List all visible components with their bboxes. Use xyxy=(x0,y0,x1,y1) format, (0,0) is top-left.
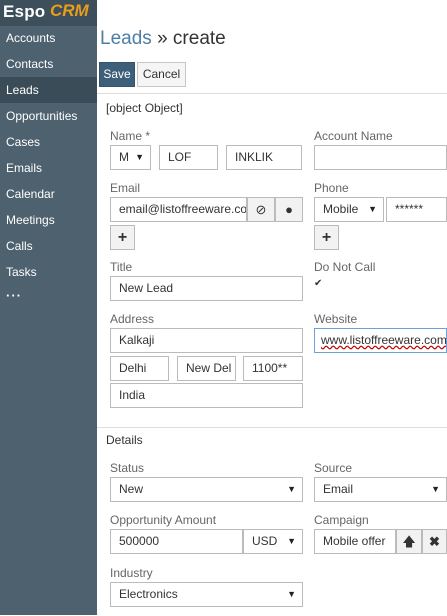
status-label: Status xyxy=(110,461,145,475)
sidebar-item-tasks[interactable]: Tasks xyxy=(0,259,97,285)
street-input[interactable]: Kalkaji xyxy=(110,328,303,353)
cancel-button[interactable]: Cancel xyxy=(137,62,186,87)
industry-label: Industry xyxy=(110,566,153,580)
sidebar-item-accounts[interactable]: Accounts xyxy=(0,25,97,51)
main-content: Leads » create Save Cancel [object Objec… xyxy=(97,0,447,616)
breadcrumb-separator: » xyxy=(157,28,168,49)
page-header: Leads » create Save Cancel xyxy=(97,0,447,98)
opportunity-amount-label: Opportunity Amount xyxy=(110,513,217,527)
status-value: New xyxy=(119,482,144,496)
title-input[interactable]: New Lead xyxy=(110,276,303,301)
more-menu-icon[interactable]: ··· xyxy=(6,288,22,303)
overview-title: [object Object] xyxy=(106,101,183,115)
account-name-input[interactable] xyxy=(314,145,447,170)
page-title: Leads » create xyxy=(100,28,226,50)
industry-value: Electronics xyxy=(119,587,178,601)
opportunity-amount-input[interactable]: 500000 xyxy=(110,529,243,554)
sidebar-item-contacts[interactable]: Contacts xyxy=(0,51,97,77)
logo-text: Espo xyxy=(3,2,46,21)
sidebar-item-leads[interactable]: Leads xyxy=(0,77,97,103)
details-title: Details xyxy=(106,433,143,447)
logo[interactable]: Espo CRM xyxy=(0,0,97,26)
details-panel: Details Status New ▼ Source Email ▼ Oppo… xyxy=(97,427,447,616)
source-select[interactable]: Email ▼ xyxy=(314,477,447,502)
chevron-down-icon: ▼ xyxy=(287,589,296,599)
phone-input[interactable]: ****** xyxy=(386,197,447,222)
invalid-email-icon[interactable]: ● xyxy=(275,197,303,222)
sidebar-item-calendar[interactable]: Calendar xyxy=(0,181,97,207)
city-input[interactable]: Delhi xyxy=(110,356,169,381)
campaign-label: Campaign xyxy=(314,513,369,527)
email-input[interactable]: email@listoffreeware.com xyxy=(110,197,247,222)
breadcrumb-leads[interactable]: Leads xyxy=(100,28,152,49)
add-phone-button[interactable]: + xyxy=(314,225,339,250)
add-email-button[interactable]: + xyxy=(110,225,135,250)
title-label: Title xyxy=(110,260,133,274)
do-not-call-label: Do Not Call xyxy=(314,260,376,274)
website-input[interactable]: www.listoffreeware.com xyxy=(314,328,447,353)
save-button[interactable]: Save xyxy=(99,62,135,87)
sidebar-item-cases[interactable]: Cases xyxy=(0,129,97,155)
chevron-down-icon: ▼ xyxy=(135,152,144,162)
name-label: Name * xyxy=(110,129,151,143)
address-label: Address xyxy=(110,312,155,326)
currency-select[interactable]: USD ▼ xyxy=(243,529,303,554)
country-input[interactable]: India xyxy=(110,383,303,408)
page-action: create xyxy=(172,28,226,49)
do-not-call-checkbox[interactable]: ✔ xyxy=(314,279,324,289)
select-campaign-icon[interactable]: 🡅 xyxy=(396,529,422,554)
industry-select[interactable]: Electronics ▼ xyxy=(110,582,303,607)
source-label: Source xyxy=(314,461,353,475)
campaign-input[interactable]: Mobile offer xyxy=(314,529,396,554)
postal-code-input[interactable]: 1100** xyxy=(243,356,303,381)
phone-label: Phone xyxy=(314,181,349,195)
chevron-down-icon: ▼ xyxy=(431,484,440,494)
account-name-label: Account Name xyxy=(314,129,393,143)
sidebar-item-opportunities[interactable]: Opportunities xyxy=(0,103,97,129)
email-label: Email xyxy=(110,181,141,195)
chevron-down-icon: ▼ xyxy=(287,484,296,494)
sidebar-item-meetings[interactable]: Meetings xyxy=(0,207,97,233)
clear-campaign-icon[interactable]: ✖ xyxy=(422,529,447,554)
salutation-select[interactable]: M ▼ xyxy=(110,145,151,170)
sidebar-item-calls[interactable]: Calls xyxy=(0,233,97,259)
chevron-down-icon: ▼ xyxy=(368,204,377,214)
salutation-value: M xyxy=(119,150,129,164)
phone-type-value: Mobile xyxy=(323,202,359,216)
website-label: Website xyxy=(314,312,358,326)
status-select[interactable]: New ▼ xyxy=(110,477,303,502)
last-name-input[interactable]: INKLIK xyxy=(226,145,302,170)
sidebar: Espo CRM Accounts Contacts Leads Opportu… xyxy=(0,0,97,615)
opt-out-icon[interactable]: ⊘ xyxy=(247,197,275,222)
overview-panel: [object Object] Name * M ▼ LOF INKLIK Ac… xyxy=(97,93,447,428)
logo-accent: CRM xyxy=(50,1,89,20)
phone-type-select[interactable]: Mobile ▼ xyxy=(314,197,384,222)
first-name-input[interactable]: LOF xyxy=(159,145,218,170)
sidebar-item-emails[interactable]: Emails xyxy=(0,155,97,181)
currency-value: USD xyxy=(252,534,278,548)
source-value: Email xyxy=(323,482,354,496)
state-input[interactable]: New Del xyxy=(177,356,236,381)
chevron-down-icon: ▼ xyxy=(287,536,296,546)
